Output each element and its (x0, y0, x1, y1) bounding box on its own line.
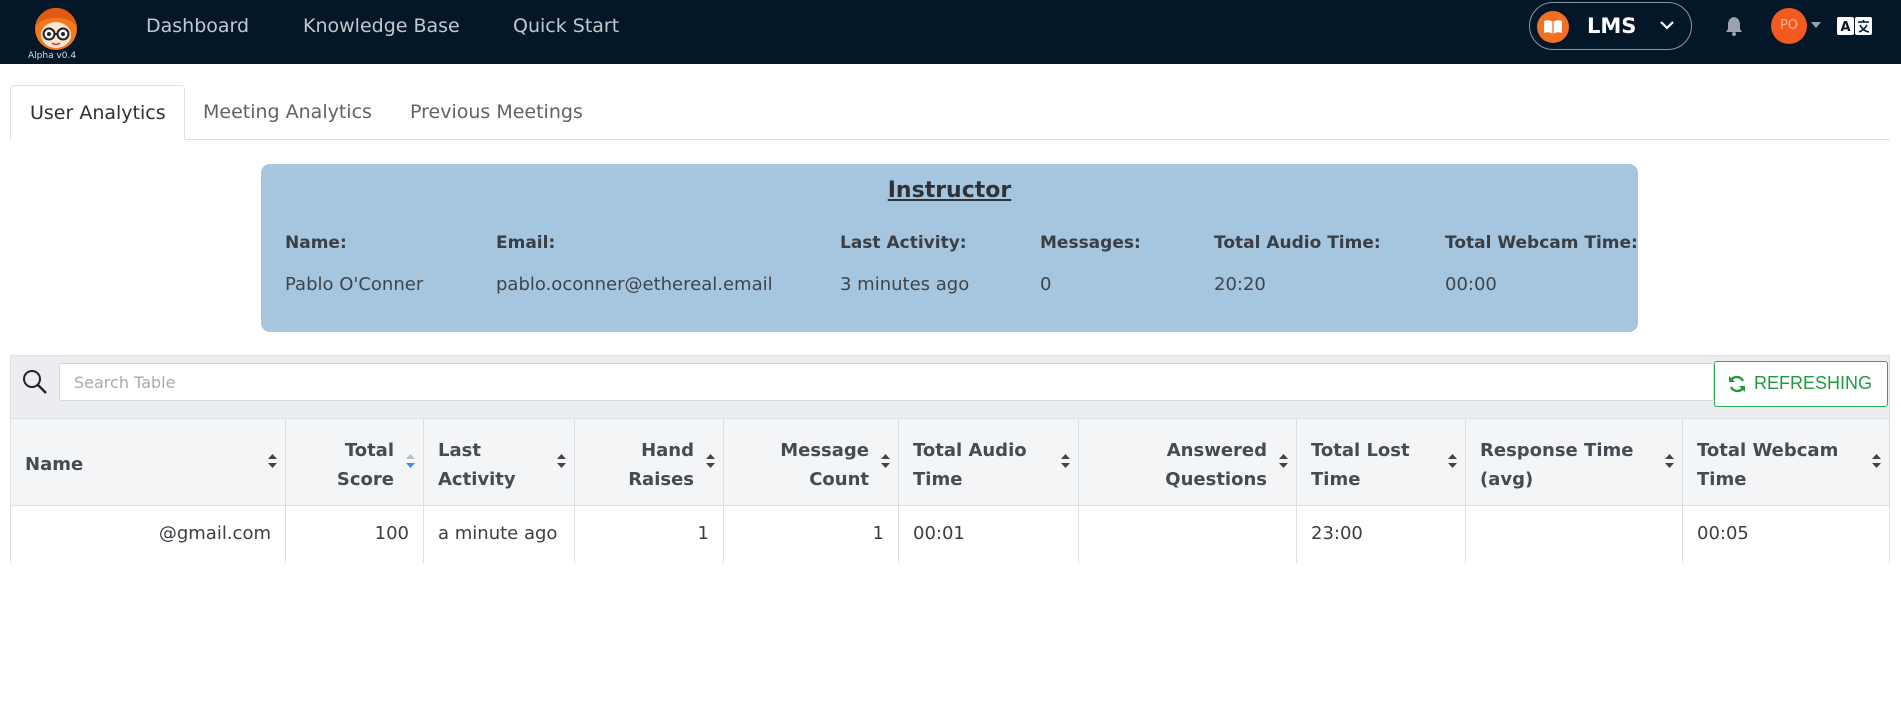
column-header-hand-raises[interactable]: Hand Raises (575, 419, 724, 505)
language-icon[interactable]: A (1837, 17, 1872, 35)
column-header-total-score[interactable]: Total Score (286, 419, 424, 505)
product-switcher[interactable]: LMS (1529, 2, 1692, 50)
column-header-label: Name (25, 454, 84, 475)
cell-total-audio-time: 00:01 (913, 523, 965, 544)
refresh-icon (1729, 375, 1745, 393)
cell-message-count: 1 (872, 523, 884, 544)
column-header-label: Total Audio Time (913, 440, 1027, 490)
search-icon (23, 370, 47, 394)
avatar[interactable]: PO (1771, 8, 1807, 44)
cell-last-activity: a minute ago (438, 523, 558, 544)
column-header-label: Hand Raises (628, 440, 694, 490)
sort-icon (706, 454, 715, 468)
instructor-webcam-label: Total Webcam Time: (1445, 233, 1638, 253)
product-label: LMS (1587, 14, 1637, 38)
search-input[interactable] (59, 363, 1714, 401)
nav-quick-start[interactable]: Quick Start (513, 15, 619, 37)
user-analytics-table: REFRESHING Name Total Score Last Activit… (10, 355, 1890, 563)
nav-dashboard[interactable]: Dashboard (146, 15, 249, 37)
column-header-label: Response Time (avg) (1480, 440, 1634, 490)
sort-icon (881, 454, 890, 468)
refresh-label: REFRESHING (1754, 373, 1873, 393)
instructor-name-label: Name: (285, 233, 347, 253)
instructor-activity-label: Last Activity: (840, 233, 967, 253)
sort-icon (1279, 454, 1288, 468)
cell-name: @gmail.com (158, 523, 271, 544)
sort-icon (268, 454, 277, 468)
tab-meeting-analytics[interactable]: Meeting Analytics (184, 85, 390, 140)
column-header-label: Last Activity (438, 440, 516, 490)
column-header-total-lost-time[interactable]: Total Lost Time (1297, 419, 1466, 505)
cell-total-score: 100 (374, 523, 409, 544)
cell-total-webcam-time: 00:05 (1697, 523, 1749, 544)
instructor-messages-label: Messages: (1040, 233, 1141, 253)
mascot-logo-icon (35, 8, 77, 50)
table-row[interactable]: @gmail.com 100 a minute ago 1 1 00:01 23… (11, 506, 1889, 563)
column-header-label: Answered Questions (1165, 440, 1267, 490)
book-icon (1537, 11, 1569, 43)
refresh-button[interactable]: REFRESHING (1714, 361, 1888, 407)
nav-knowledge-base[interactable]: Knowledge Base (303, 15, 460, 37)
column-header-message-count[interactable]: Message Count (724, 419, 899, 505)
column-header-total-webcam-time[interactable]: Total Webcam Time (1683, 419, 1889, 505)
table-toolbar: REFRESHING (11, 356, 1889, 418)
column-header-label: Total Webcam Time (1697, 440, 1839, 490)
chevron-down-icon (1660, 21, 1674, 30)
sort-icon (1061, 454, 1070, 468)
tab-user-analytics[interactable]: User Analytics (10, 85, 185, 140)
column-header-response-time[interactable]: Response Time (avg) (1466, 419, 1683, 505)
column-header-name[interactable]: Name (11, 419, 286, 505)
svg-text:A: A (1840, 20, 1850, 35)
column-header-label: Total Score (336, 440, 394, 490)
column-header-answered-questions[interactable]: Answered Questions (1079, 419, 1297, 505)
cell-hand-raises: 1 (697, 523, 709, 544)
instructor-webcam-value: 00:00 (1445, 274, 1497, 295)
column-header-last-activity[interactable]: Last Activity (424, 419, 575, 505)
app-version: Alpha v0.4 (28, 51, 77, 61)
bell-icon[interactable] (1723, 15, 1745, 37)
sort-icon (1872, 454, 1881, 468)
column-header-label: Message Count (780, 440, 869, 490)
instructor-email-value: pablo.oconner@ethereal.email (496, 274, 773, 295)
caret-down-icon[interactable] (1811, 22, 1821, 28)
sort-icon (1665, 454, 1674, 468)
instructor-messages-value: 0 (1040, 274, 1052, 295)
instructor-audio-value: 20:20 (1214, 274, 1266, 295)
instructor-email-label: Email: (496, 233, 556, 253)
sort-icon (1448, 454, 1457, 468)
sort-icon (557, 454, 566, 468)
instructor-audio-label: Total Audio Time: (1214, 233, 1381, 253)
column-header-total-audio-time[interactable]: Total Audio Time (899, 419, 1079, 505)
column-header-label: Total Lost Time (1311, 440, 1410, 490)
top-navbar: Alpha v0.4 Dashboard Knowledge Base Quic… (0, 0, 1901, 64)
instructor-name-value: Pablo O'Conner (285, 274, 424, 295)
tab-previous-meetings[interactable]: Previous Meetings (391, 85, 601, 140)
instructor-card: Instructor Name: Email: Last Activity: M… (261, 164, 1638, 332)
sort-desc-icon (406, 454, 415, 468)
table-header: Name Total Score Last Activity Hand Rais… (11, 418, 1889, 506)
instructor-title: Instructor (887, 178, 1012, 203)
cell-total-lost-time: 23:00 (1311, 523, 1363, 544)
app-logo[interactable]: Alpha v0.4 (26, 4, 86, 62)
instructor-activity-value: 3 minutes ago (840, 274, 970, 295)
